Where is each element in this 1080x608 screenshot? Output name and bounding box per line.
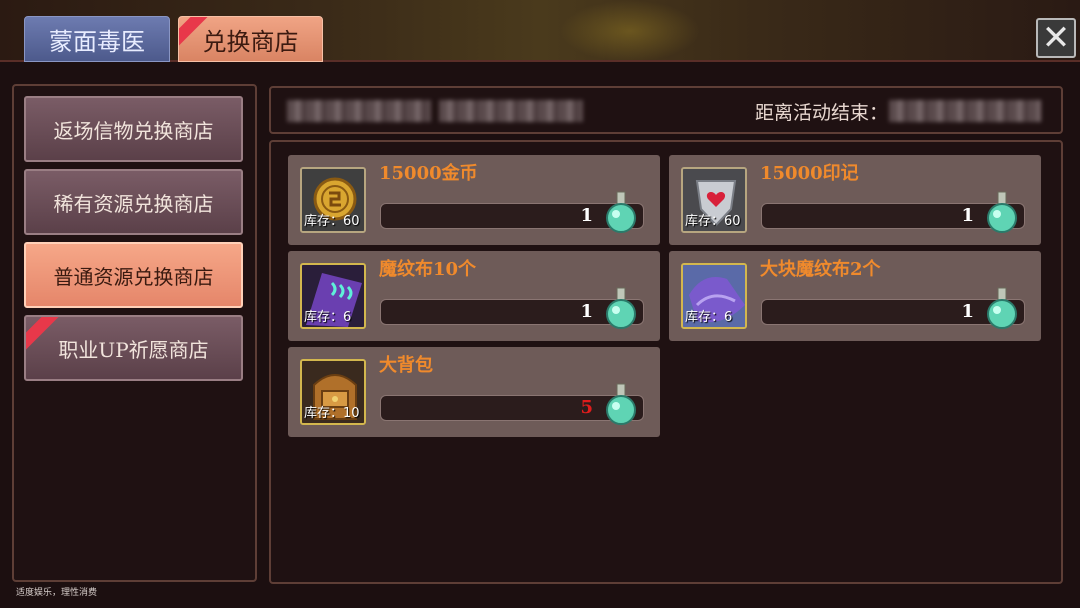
potion-currency-icon	[606, 287, 636, 329]
rune-cloth-icon: 库存：6	[300, 263, 366, 329]
shop-item-card[interactable]: 库存：60 15000金币 1	[288, 155, 660, 245]
price-bar: 5	[380, 383, 644, 425]
price-value: 1	[961, 205, 974, 226]
item-name: 大背包	[379, 355, 433, 376]
gold-coin-icon: 库存：60	[300, 167, 366, 233]
sidebar-item-class-up-wish-shop[interactable]: 职业UP祈愿商店	[24, 315, 243, 381]
tab-label: 蒙面毒医	[49, 27, 145, 56]
tab-label: 兑换商店	[202, 27, 299, 56]
price-value: 1	[580, 301, 593, 322]
price-bar: 1	[761, 287, 1025, 329]
price-bar: 1	[380, 191, 644, 233]
healthy-gaming-notice: 适度娱乐，理性消费	[16, 588, 98, 598]
obscured-text	[287, 100, 431, 122]
stock-count: 库存：6	[304, 310, 352, 325]
sidebar-item-common-resource-shop[interactable]: 普通资源兑换商店	[24, 242, 243, 308]
stock-count: 库存：60	[304, 214, 360, 229]
sidebar-item-label: 返场信物兑换商店	[53, 118, 214, 143]
price-bar: 1	[761, 191, 1025, 233]
sidebar-item-label: 普通资源兑换商店	[53, 264, 214, 289]
item-name: 魔纹布10个	[379, 259, 477, 280]
item-list-panel: 库存：60 15000金币 1 库存：60 15000印记 1 库存：6 魔纹布…	[269, 140, 1063, 584]
item-name: 15000印记	[760, 163, 859, 184]
heart-shield-icon: 库存：60	[681, 167, 747, 233]
shop-item-card[interactable]: 库存：10 大背包 5	[288, 347, 660, 437]
sidebar-item-label: 稀有资源兑换商店	[53, 191, 214, 216]
item-name: 大块魔纹布2个	[760, 259, 881, 280]
tab-exchange-shop[interactable]: 兑换商店	[178, 16, 323, 62]
tab-masked-doctor[interactable]: 蒙面毒医	[24, 16, 170, 62]
new-ribbon-icon	[26, 317, 61, 352]
close-button[interactable]: ✕	[1036, 18, 1076, 58]
potion-currency-icon	[606, 191, 636, 233]
price-value-insufficient: 5	[580, 397, 593, 418]
shop-category-sidebar: 返场信物兑换商店 稀有资源兑换商店 普通资源兑换商店 职业UP祈愿商店	[12, 84, 257, 582]
price-bar: 1	[380, 287, 644, 329]
countdown-label: 距离活动结束：	[755, 102, 889, 124]
stock-count: 库存：10	[304, 406, 360, 421]
potion-currency-icon	[987, 287, 1017, 329]
large-rune-cloth-icon: 库存：6	[681, 263, 747, 329]
backpack-icon: 库存：10	[300, 359, 366, 425]
event-info-bar: 距离活动结束：	[269, 86, 1063, 134]
potion-currency-icon	[987, 191, 1017, 233]
obscured-countdown	[889, 100, 1041, 122]
price-value: 1	[580, 205, 593, 226]
item-name: 15000金币	[379, 163, 478, 184]
sidebar-item-rare-resource-shop[interactable]: 稀有资源兑换商店	[24, 169, 243, 235]
shop-item-card[interactable]: 库存：60 15000印记 1	[669, 155, 1041, 245]
close-icon: ✕	[1041, 18, 1071, 58]
stock-count: 库存：6	[685, 310, 733, 325]
shop-item-card[interactable]: 库存：6 大块魔纹布2个 1	[669, 251, 1041, 341]
potion-currency-icon	[606, 383, 636, 425]
obscured-text	[439, 100, 583, 122]
shop-item-card[interactable]: 库存：6 魔纹布10个 1	[288, 251, 660, 341]
price-value: 1	[961, 301, 974, 322]
stock-count: 库存：60	[685, 214, 741, 229]
sidebar-item-label: 职业UP祈愿商店	[58, 337, 209, 362]
sidebar-item-return-token-shop[interactable]: 返场信物兑换商店	[24, 96, 243, 162]
